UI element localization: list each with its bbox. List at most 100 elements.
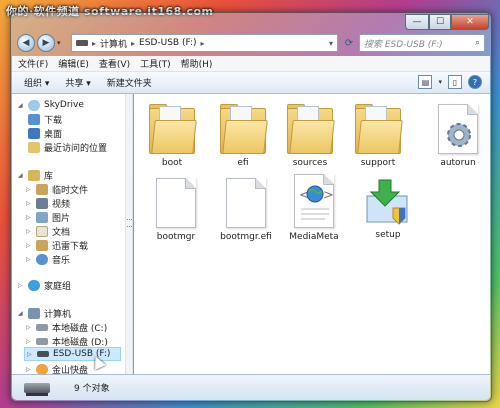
minimize-button[interactable]: — — [405, 14, 429, 30]
menu-edit[interactable]: 编辑(E) — [58, 57, 89, 70]
file-item-efi[interactable]: efi — [211, 102, 275, 168]
settings-file-icon — [438, 104, 478, 154]
nav-item-drive-d[interactable]: ▷ 本地磁盘 (D:) — [26, 334, 108, 348]
file-item-bootmgr-efi[interactable]: bootmgr.efi — [214, 178, 278, 242]
nav-label: 下载 — [44, 115, 63, 126]
back-arrow-icon: ◀ — [22, 38, 30, 48]
file-name: efi — [237, 158, 249, 168]
breadcrumb-computer[interactable]: 计算机 — [100, 37, 127, 50]
blank-file-icon — [156, 178, 196, 228]
homegroup-icon — [28, 279, 40, 291]
navigation-row: ◀ ▶ ▾ ▸ 计算机 ▸ ESD-USB (F:) ▸ ▾ ⟳ 搜索 ESD-… — [17, 32, 485, 54]
nav-item-drive-c[interactable]: ▷ 本地磁盘 (C:) — [26, 320, 107, 334]
nav-item-computer[interactable]: ◢ 计算机 — [18, 306, 71, 320]
computer-icon — [28, 307, 40, 319]
file-item-sources[interactable]: sources — [278, 102, 342, 168]
file-item-bootmgr[interactable]: bootmgr — [144, 178, 208, 242]
menu-view[interactable]: 查看(V) — [99, 57, 130, 70]
usb-drive-icon — [24, 382, 50, 396]
nav-label: 图片 — [52, 213, 71, 224]
file-name: setup — [375, 230, 401, 240]
menu-help[interactable]: 帮助(H) — [181, 57, 213, 70]
drive-icon — [76, 40, 88, 46]
new-folder-button[interactable]: 新建文件夹 — [107, 76, 152, 89]
menu-tools[interactable]: 工具(T) — [140, 57, 171, 70]
file-item-support[interactable]: support — [346, 102, 410, 168]
file-item-setup[interactable]: setup — [356, 178, 420, 240]
nav-label: SkyDrive — [44, 100, 84, 110]
usb-drive-icon — [37, 351, 49, 357]
documents-icon — [36, 225, 48, 237]
globe-icon: < > — [299, 185, 334, 220]
navigation-scrollbar[interactable] — [125, 94, 133, 374]
search-input[interactable]: 搜索 ESD-USB (F:) ⌕ — [359, 34, 485, 52]
search-icon[interactable]: ⌕ — [475, 38, 480, 48]
nav-item-videos[interactable]: ▷ 视频 — [26, 196, 70, 210]
menu-file[interactable]: 文件(F) — [18, 57, 48, 70]
nav-item-libraries[interactable]: ◢ 库 — [18, 168, 53, 182]
nav-label: 家庭组 — [44, 281, 72, 292]
videos-icon — [36, 197, 48, 209]
address-dropdown-icon[interactable]: ▾ — [329, 39, 333, 48]
preview-pane-icon[interactable]: ▯ — [448, 75, 462, 89]
organize-button[interactable]: 组织 ▾ — [24, 76, 49, 89]
cloud-icon — [28, 99, 40, 111]
svg-text:>: > — [323, 188, 334, 203]
desktop-icon — [28, 127, 40, 139]
folder-icon — [36, 183, 48, 195]
forward-arrow-icon: ▶ — [42, 38, 50, 48]
share-button[interactable]: 共享 ▾ — [65, 76, 90, 89]
close-button[interactable]: ✕ — [451, 14, 489, 30]
help-icon[interactable]: ? — [468, 75, 482, 89]
file-item-autorun[interactable]: autorun — [426, 104, 490, 168]
nav-item-documents[interactable]: ▷ 文档 — [26, 224, 70, 238]
folder-icon — [36, 239, 48, 251]
explorer-window: — ☐ ✕ ◀ ▶ ▾ ▸ 计算机 ▸ ESD-USB (F:) ▸ ▾ ⟳ 搜… — [10, 12, 492, 402]
breadcrumb-separator: ▸ — [131, 38, 136, 48]
view-options-icon[interactable]: ▤ — [418, 75, 433, 89]
back-button[interactable]: ◀ — [17, 34, 35, 52]
address-bar[interactable]: ▸ 计算机 ▸ ESD-USB (F:) ▸ ▾ — [71, 34, 338, 52]
breadcrumb-esd-usb[interactable]: ESD-USB (F:) — [139, 38, 196, 48]
collapse-icon: ◢ — [18, 171, 23, 179]
file-item-mediameta[interactable]: < > MediaMeta — [282, 174, 346, 242]
nav-item-kuaipan[interactable]: ▷ 金山快盘 — [26, 362, 88, 374]
folder-icon — [149, 102, 197, 154]
nav-item-music[interactable]: ▷ 音乐 — [26, 252, 70, 266]
search-placeholder: 搜索 ESD-USB (F:) — [364, 39, 443, 50]
view-controls: ▤ ▾ ▯ ? — [418, 75, 482, 89]
breadcrumb-separator: ▸ — [92, 38, 97, 48]
nav-item-pictures[interactable]: ▷ 图片 — [26, 210, 70, 224]
nav-label: 文档 — [52, 227, 71, 238]
refresh-icon[interactable]: ⟳ — [341, 38, 357, 49]
expand-icon: ▷ — [26, 227, 31, 235]
nav-item-downloads[interactable]: 下载 — [28, 112, 62, 126]
scrollbar-grip[interactable] — [127, 219, 132, 227]
pictures-icon — [36, 211, 48, 223]
nav-item-homegroup[interactable]: ▷ 家庭组 — [18, 278, 71, 292]
collapse-icon: ◢ — [18, 101, 23, 109]
nav-item-skydrive[interactable]: ◢ SkyDrive — [18, 98, 84, 112]
file-name: sources — [292, 158, 328, 168]
recent-pages-dropdown[interactable]: ▾ — [57, 39, 67, 47]
nav-item-recent-places[interactable]: 最近访问的位置 — [28, 140, 107, 154]
view-dropdown-icon[interactable]: ▾ — [438, 78, 442, 89]
recent-places-icon — [28, 141, 40, 153]
nav-item-thunder-downloads[interactable]: ▷ 迅雷下载 — [26, 238, 88, 252]
expand-icon: ▷ — [18, 281, 23, 289]
forward-button[interactable]: ▶ — [37, 34, 55, 52]
nav-item-temp-files[interactable]: ▷ 临时文件 — [26, 182, 88, 196]
file-list: boot efi sources support autorun bootmgr… — [134, 94, 490, 374]
nav-label: 金山快盘 — [52, 365, 89, 375]
nav-label: 迅雷下载 — [52, 241, 89, 252]
setup-icon — [366, 179, 408, 225]
item-count: 9 个对象 — [74, 384, 110, 394]
maximize-button[interactable]: ☐ — [429, 14, 451, 30]
nav-item-esd-usb[interactable]: ▷ ESD-USB (F:) — [24, 347, 121, 361]
downloads-folder-icon — [28, 113, 40, 125]
expand-icon: ▷ — [26, 213, 31, 221]
folder-icon — [220, 102, 268, 154]
nav-item-desktop[interactable]: 桌面 — [28, 126, 62, 140]
file-item-boot[interactable]: boot — [140, 102, 204, 168]
nav-label: 临时文件 — [52, 185, 89, 196]
